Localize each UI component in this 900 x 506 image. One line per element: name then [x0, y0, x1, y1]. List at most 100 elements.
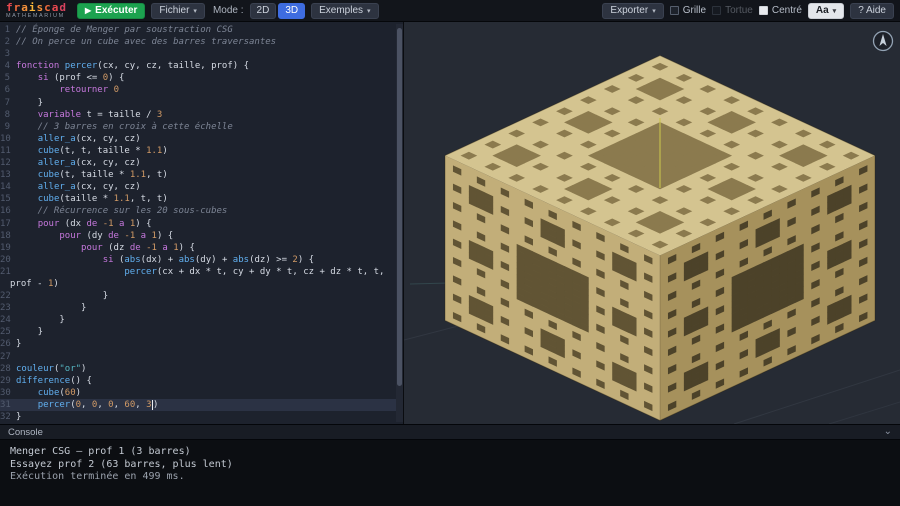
run-button[interactable]: ▶ Exécuter: [77, 3, 145, 19]
code-text: aller_a(cx, cy, cz): [16, 133, 141, 145]
line-number: 22: [0, 290, 16, 302]
code-line[interactable]: 10 aller_a(cx, cy, cz): [0, 133, 403, 145]
grid-label: Grille: [683, 5, 706, 16]
code-line[interactable]: 11 cube(t, t, taille * 1.1): [0, 145, 403, 157]
code-line[interactable]: 7 }: [0, 97, 403, 109]
logo-text: fraiscad: [6, 2, 67, 13]
console-title: Console: [8, 427, 43, 438]
line-number: 27: [0, 351, 16, 363]
code-line[interactable]: 27: [0, 351, 403, 363]
help-button[interactable]: ? Aide: [850, 3, 894, 19]
code-editor[interactable]: 1// Éponge de Menger par soustraction CS…: [0, 22, 404, 424]
console-line: Essayez prof 2 (63 barres, plus lent): [10, 459, 890, 472]
code-line[interactable]: 6 retourner 0: [0, 84, 403, 96]
code-line[interactable]: 24 }: [0, 314, 403, 326]
code-lines: 1// Éponge de Menger par soustraction CS…: [0, 24, 403, 423]
console-output: Menger CSG — prof 1 (3 barres) Essayez p…: [0, 440, 900, 506]
code-text: fonction percer(cx, cy, cz, taille, prof…: [16, 60, 249, 72]
code-text: cube(taille * 1.1, t, t): [16, 193, 168, 205]
code-line[interactable]: 30 cube(60): [0, 387, 403, 399]
code-text: pour (dy de -1 a 1) {: [16, 230, 173, 242]
code-line[interactable]: 12 aller_a(cx, cy, cz): [0, 157, 403, 169]
code-line[interactable]: 31 percer(0, 0, 0, 60, 3): [0, 399, 403, 411]
code-line[interactable]: 18 pour (dy de -1 a 1) {: [0, 230, 403, 242]
code-line[interactable]: 1// Éponge de Menger par soustraction CS…: [0, 24, 403, 36]
scrollbar-thumb[interactable]: [397, 28, 402, 386]
logo-letter: s: [37, 1, 45, 14]
code-text: }: [16, 302, 86, 314]
line-number: 14: [0, 181, 16, 193]
center-checkbox[interactable]: Centré: [759, 5, 802, 16]
code-line[interactable]: 29difference() {: [0, 375, 403, 387]
line-number: 15: [0, 193, 16, 205]
console-line: Exécution terminée en 499 ms.: [10, 471, 890, 484]
line-number: 16: [0, 205, 16, 217]
font-size-button[interactable]: Aa ▾: [808, 3, 844, 19]
line-number: 19: [0, 242, 16, 254]
code-line[interactable]: 26}: [0, 338, 403, 350]
code-text: // 3 barres en croix à cette échelle: [16, 121, 233, 133]
play-icon: ▶: [85, 6, 91, 15]
line-number: 5: [0, 72, 16, 84]
code-line[interactable]: 19 pour (dz de -1 a 1) {: [0, 242, 403, 254]
code-text: // On perce un cube avec des barres trav…: [16, 36, 276, 48]
line-number: 28: [0, 363, 16, 375]
main-area: 1// Éponge de Menger par soustraction CS…: [0, 22, 900, 424]
export-menu-button[interactable]: Exporter ▾: [602, 3, 663, 19]
code-line[interactable]: 15 cube(taille * 1.1, t, t): [0, 193, 403, 205]
code-text: retourner 0: [16, 84, 119, 96]
code-line[interactable]: 22 }: [0, 290, 403, 302]
mode-3d-label: 3D: [285, 5, 298, 16]
examples-menu-button[interactable]: Exemples ▾: [311, 3, 378, 19]
line-number: 4: [0, 60, 16, 72]
code-line[interactable]: 32}: [0, 411, 403, 423]
line-number: 3: [0, 48, 16, 60]
code-line[interactable]: prof - 1): [0, 278, 403, 290]
code-text: cube(60): [16, 387, 81, 399]
code-text: }: [16, 290, 108, 302]
code-line[interactable]: 4fonction percer(cx, cy, cz, taille, pro…: [0, 60, 403, 72]
grid-checkbox[interactable]: Grille: [670, 5, 706, 16]
logo-letter: c: [44, 1, 52, 14]
menger-sponge: [445, 56, 875, 421]
mode-label: Mode :: [213, 5, 244, 16]
code-line[interactable]: 5 si (prof <= 0) {: [0, 72, 403, 84]
turtle-label: Tortue: [725, 5, 753, 16]
line-number: 11: [0, 145, 16, 157]
code-line[interactable]: 8 variable t = taille / 3: [0, 109, 403, 121]
code-line[interactable]: 3: [0, 48, 403, 60]
grid-checkbox-box: [670, 6, 679, 15]
line-number: 30: [0, 387, 16, 399]
caret-down-icon: ▾: [833, 7, 837, 15]
code-text: }: [16, 326, 43, 338]
code-line[interactable]: 16 // Récurrence sur les 20 sous-cubes: [0, 205, 403, 217]
code-line[interactable]: 9 // 3 barres en croix à cette échelle: [0, 121, 403, 133]
code-line[interactable]: 28couleur("or"): [0, 363, 403, 375]
logo-letter: a: [21, 1, 29, 14]
code-text: aller_a(cx, cy, cz): [16, 181, 141, 193]
code-line[interactable]: 21 percer(cx + dx * t, cy + dy * t, cz +…: [0, 266, 403, 278]
line-number: 26: [0, 338, 16, 350]
code-line[interactable]: 20 si (abs(dx) + abs(dy) + abs(dz) >= 2)…: [0, 254, 403, 266]
mode-3d-button[interactable]: 3D: [278, 3, 305, 19]
file-menu-button[interactable]: Fichier ▾: [151, 3, 205, 19]
line-number: 9: [0, 121, 16, 133]
mode-2d-button[interactable]: 2D: [250, 3, 277, 19]
editor-scrollbar[interactable]: [396, 24, 403, 422]
code-line[interactable]: 2// On perce un cube avec des barres tra…: [0, 36, 403, 48]
code-line[interactable]: 14 aller_a(cx, cy, cz): [0, 181, 403, 193]
view-compass[interactable]: [872, 30, 894, 52]
compass-icon: [872, 30, 894, 52]
center-checkbox-box: [759, 6, 768, 15]
top-toolbar: fraiscad MATHEMARIUM ▶ Exécuter Fichier …: [0, 0, 900, 22]
console-panel: Console ⌄ Menger CSG — prof 1 (3 barres)…: [0, 424, 900, 506]
code-line[interactable]: 25 }: [0, 326, 403, 338]
code-text: prof - 1): [10, 278, 59, 290]
code-line[interactable]: 23 }: [0, 302, 403, 314]
viewport-3d[interactable]: [404, 22, 900, 424]
console-collapse-icon[interactable]: ⌄: [884, 427, 892, 437]
scene-svg[interactable]: [404, 22, 900, 424]
code-line[interactable]: 13 cube(t, taille * 1.1, t): [0, 169, 403, 181]
code-line[interactable]: 17 pour (dx de -1 a 1) {: [0, 218, 403, 230]
file-label: Fichier: [159, 5, 189, 16]
